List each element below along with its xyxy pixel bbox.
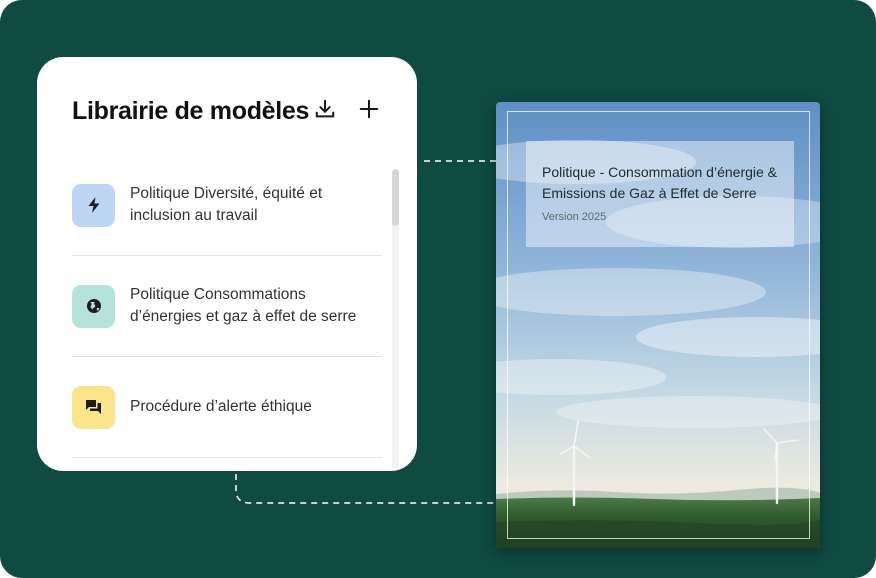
chat-icon — [86, 400, 101, 414]
panel-title: Librairie de modèles — [72, 97, 310, 125]
document-version: Version 2025 — [542, 211, 607, 223]
cover-title-box: Politique - Consommation d’énergie & Emi… — [526, 141, 794, 247]
item-label: Procédure d’alerte éthique — [130, 398, 312, 415]
add-template-button[interactable] — [355, 95, 383, 123]
connector-bottom — [235, 474, 496, 504]
download-button[interactable] — [311, 95, 339, 123]
scrollbar-track[interactable] — [392, 169, 399, 469]
scrollbar-thumb[interactable] — [392, 169, 399, 226]
download-icon — [315, 99, 335, 118]
lightning-icon — [88, 197, 99, 213]
item-icon-badge — [72, 284, 115, 328]
panel-actions — [311, 95, 383, 123]
globe-icon — [86, 299, 101, 313]
template-library-panel: Librairie de modèles Politique Diversité… — [37, 57, 417, 471]
item-icon-badge — [72, 183, 115, 227]
document-title: Politique - Consommation d’énergie & Emi… — [542, 164, 778, 201]
list-item[interactable]: Politique Consommations d’énergies et ga… — [72, 256, 382, 357]
item-label: Politique Diversité, équité et inclusion… — [130, 185, 323, 224]
item-icon-badge — [72, 385, 115, 429]
plus-icon — [359, 99, 379, 119]
template-list: Politique Diversité, équité et inclusion… — [72, 155, 382, 458]
list-item[interactable]: Politique Diversité, équité et inclusion… — [72, 155, 382, 256]
list-item[interactable]: Procédure d’alerte éthique — [72, 357, 382, 458]
canvas-background: Librairie de modèles Politique Diversité… — [0, 0, 876, 578]
document-cover: Politique - Consommation d’énergie & Emi… — [496, 102, 820, 548]
item-label: Politique Consommations d’énergies et ga… — [130, 286, 357, 325]
